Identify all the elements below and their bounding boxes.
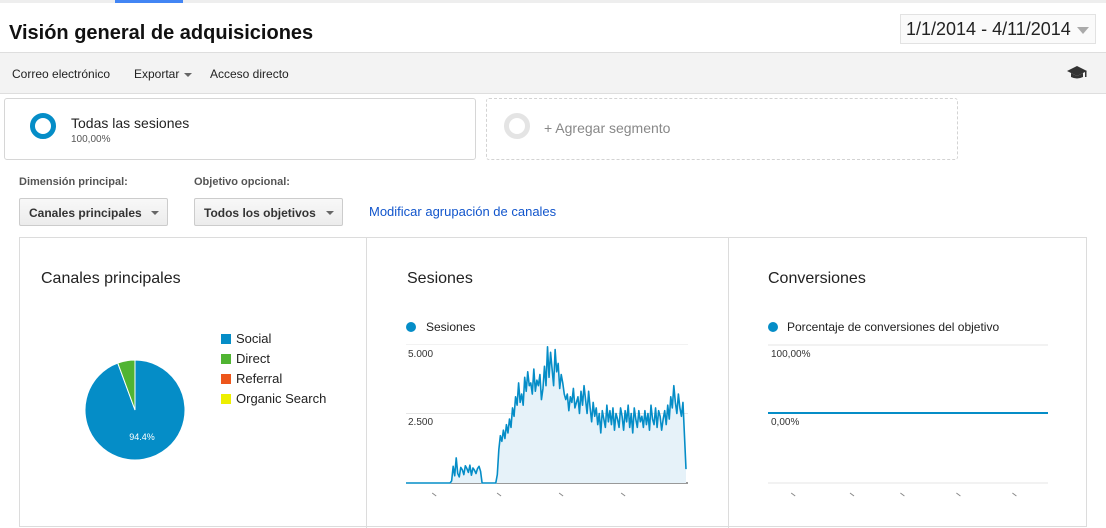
date-range-text: 1/1/2014 - 4/11/2014: [906, 19, 1071, 39]
legend-label: Social: [236, 331, 272, 346]
active-tab-indicator: [115, 0, 183, 3]
legend-label: Direct: [236, 351, 270, 366]
conversions-xtick-0: [790, 492, 796, 497]
top-nav-strip: [0, 0, 1106, 3]
pie-slice-label: 94.4%: [129, 432, 155, 442]
report-toolbar: Correo electrónico Exportar Acceso direc…: [0, 52, 1106, 94]
channels-title: Canales principales: [41, 270, 181, 287]
primary-dimension-label: Dimensión principal:: [19, 176, 128, 188]
shortcut-button[interactable]: Acceso directo: [210, 67, 289, 81]
segment-all-sessions[interactable]: Todas las sesiones 100,00%: [4, 98, 476, 160]
segment-ring-icon: [504, 113, 530, 139]
legend-swatch: [221, 394, 231, 404]
sessions-series-dot: [406, 322, 416, 332]
conversions-xtick-4: [1012, 492, 1017, 497]
legend-label: Organic Search: [236, 391, 327, 406]
modify-channel-grouping-link[interactable]: Modificar agrupación de canales: [369, 204, 556, 219]
sessions-series-label: Sesiones: [426, 320, 476, 334]
chevron-down-icon: [184, 72, 193, 77]
legend-label: Referral: [236, 371, 283, 386]
legend-swatch: [221, 334, 231, 344]
primary-dimension-value: Canales principales: [29, 206, 142, 220]
sessions-area-chart[interactable]: [406, 344, 688, 514]
legend-swatch: [221, 374, 231, 384]
goal-dropdown[interactable]: Todos los objetivos: [194, 198, 343, 226]
panel-divider: [728, 238, 729, 528]
conversions-series-label: Porcentaje de conversiones del objetivo: [787, 320, 1000, 334]
goal-label: Objetivo opcional:: [194, 176, 290, 188]
conversions-xtick-2: [900, 492, 905, 497]
chevron-down-icon[interactable]: [1077, 27, 1089, 34]
segment-ring-icon: [30, 113, 56, 139]
export-label: Exportar: [134, 67, 180, 81]
chevron-down-icon: [151, 211, 159, 215]
graduation-cap-icon[interactable]: [1066, 65, 1088, 81]
sessions-xtick-1: [496, 492, 502, 497]
date-range-picker[interactable]: 1/1/2014 - 4/11/2014: [900, 14, 1096, 44]
conversions-xtick-3: [956, 492, 961, 497]
panel-divider: [366, 238, 367, 528]
conversions-series-dot: [768, 322, 778, 332]
page-title: Visión general de adquisiciones: [9, 22, 314, 44]
legend-swatch: [221, 354, 231, 364]
overview-panels: Canales principales 94.4% Social Direct Re…: [19, 237, 1087, 528]
goal-value: Todos los objetivos: [204, 206, 316, 220]
segment-name: Todas las sesiones: [71, 115, 190, 131]
email-button[interactable]: Correo electrónico: [12, 67, 110, 81]
sessions-title: Sesiones: [407, 270, 473, 287]
export-button[interactable]: Exportar: [134, 67, 193, 81]
sessions-xtick-3: [620, 492, 626, 497]
channels-pie-chart[interactable]: 94.4%: [80, 355, 190, 465]
sessions-xtick-2: [558, 492, 564, 497]
add-segment-button[interactable]: + Agregar segmento: [486, 98, 958, 160]
sessions-xtick-0: [431, 492, 437, 497]
chevron-down-icon: [326, 211, 334, 215]
primary-dimension-dropdown[interactable]: Canales principales: [19, 198, 168, 226]
conversions-line-chart[interactable]: [768, 344, 1050, 514]
conversions-xtick-1: [849, 492, 855, 497]
add-segment-label: + Agregar segmento: [544, 120, 671, 136]
conversions-title: Conversiones: [768, 270, 866, 287]
segment-percent: 100,00%: [71, 134, 111, 145]
